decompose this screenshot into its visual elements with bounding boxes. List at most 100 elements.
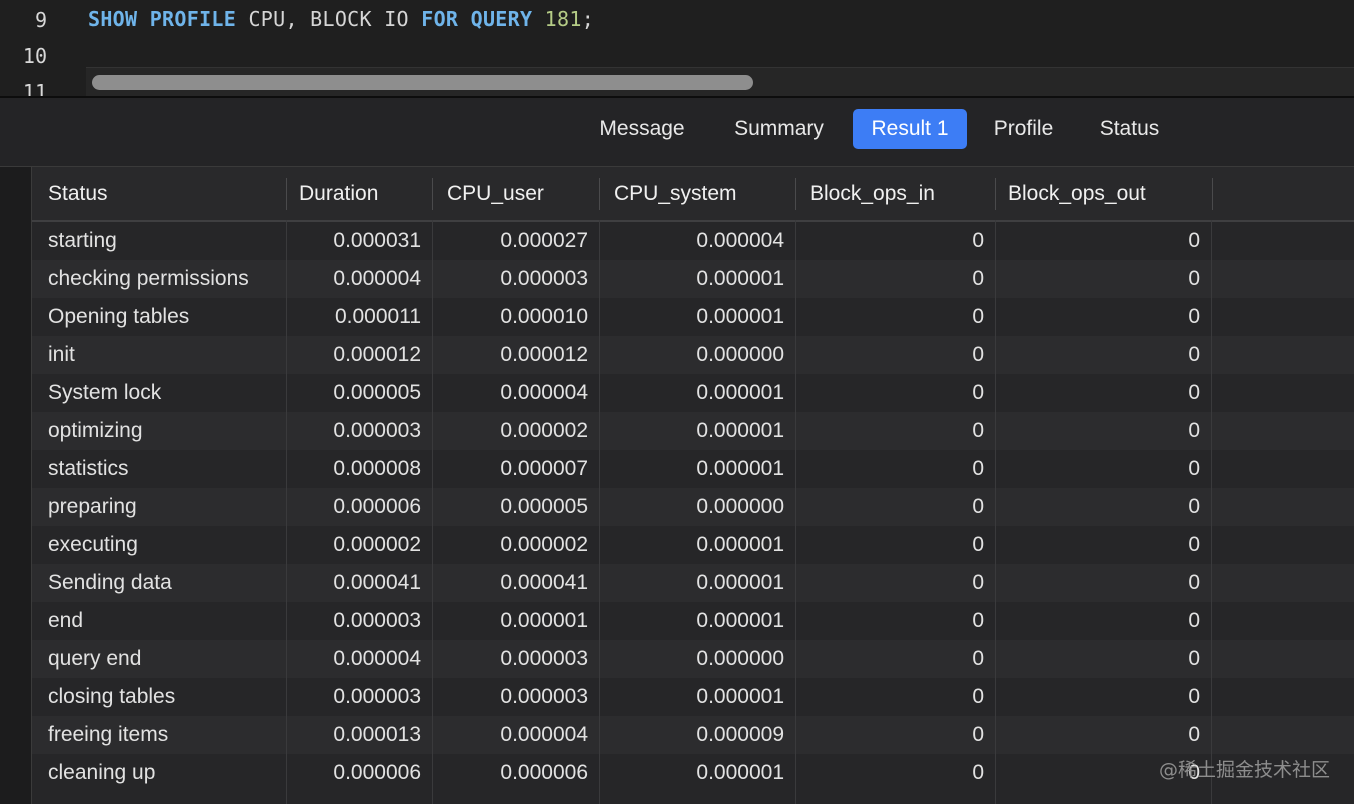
- cell-block-ops-out[interactable]: 0: [995, 222, 1211, 260]
- cell-block-ops-in[interactable]: 0: [795, 260, 995, 298]
- table-row[interactable]: query end 0.000004 0.000003 0.000000 0 0: [31, 640, 1354, 678]
- cell-duration[interactable]: 0.000006: [286, 754, 432, 792]
- table-row[interactable]: starting 0.000031 0.000027 0.000004 0 0: [31, 222, 1354, 260]
- cell-block-ops-out[interactable]: 0: [995, 336, 1211, 374]
- cell-block-ops-out[interactable]: 0: [995, 564, 1211, 602]
- column-header-cpu-system[interactable]: CPU_system: [600, 178, 796, 210]
- cell-cpu-user[interactable]: 0.000027: [432, 222, 599, 260]
- table-row[interactable]: Sending data 0.000041 0.000041 0.000001 0 0: [31, 564, 1354, 602]
- cell-cpu-user[interactable]: 0.000001: [432, 602, 599, 640]
- cell-cpu-system[interactable]: 0.000001: [599, 526, 795, 564]
- cell-cpu-user[interactable]: 0.000004: [432, 374, 599, 412]
- tab-status[interactable]: Status: [1082, 109, 1177, 149]
- cell-block-ops-in[interactable]: 0: [795, 412, 995, 450]
- cell-status[interactable]: closing tables: [31, 678, 286, 716]
- cell-cpu-system[interactable]: 0.000000: [599, 640, 795, 678]
- cell-block-ops-in[interactable]: 0: [795, 640, 995, 678]
- table-row[interactable]: System lock 0.000005 0.000004 0.000001 0 0: [31, 374, 1354, 412]
- cell-duration[interactable]: 0.000013: [286, 716, 432, 754]
- cell-block-ops-in[interactable]: 0: [795, 374, 995, 412]
- table-row[interactable]: init 0.000012 0.000012 0.000000 0 0: [31, 336, 1354, 374]
- cell-block-ops-in[interactable]: 0: [795, 754, 995, 792]
- sql-code-line[interactable]: SHOW PROFILE CPU, BLOCK IO FOR QUERY 181…: [88, 7, 594, 31]
- cell-status[interactable]: starting: [31, 222, 286, 260]
- cell-cpu-user[interactable]: 0.000003: [432, 640, 599, 678]
- cell-status[interactable]: Opening tables: [31, 298, 286, 336]
- cell-status[interactable]: checking permissions: [31, 260, 286, 298]
- cell-cpu-user[interactable]: 0.000007: [432, 450, 599, 488]
- table-row[interactable]: freeing items 0.000013 0.000004 0.000009 0 0: [31, 716, 1354, 754]
- cell-cpu-user[interactable]: 0.000003: [432, 260, 599, 298]
- cell-duration[interactable]: 0.000003: [286, 412, 432, 450]
- cell-block-ops-out[interactable]: 0: [995, 716, 1211, 754]
- cell-cpu-system[interactable]: 0.000000: [599, 336, 795, 374]
- cell-block-ops-out[interactable]: 0: [995, 412, 1211, 450]
- cell-cpu-user[interactable]: 0.000012: [432, 336, 599, 374]
- cell-cpu-system[interactable]: 0.000009: [599, 716, 795, 754]
- cell-cpu-system[interactable]: 0.000001: [599, 678, 795, 716]
- cell-duration[interactable]: 0.000031: [286, 222, 432, 260]
- table-row[interactable]: statistics 0.000008 0.000007 0.000001 0 0: [31, 450, 1354, 488]
- cell-status[interactable]: end: [31, 602, 286, 640]
- table-row[interactable]: Opening tables 0.000011 0.000010 0.000001 0 0: [31, 298, 1354, 336]
- cell-duration[interactable]: 0.000012: [286, 336, 432, 374]
- cell-status[interactable]: optimizing: [31, 412, 286, 450]
- cell-status[interactable]: statistics: [31, 450, 286, 488]
- table-row[interactable]: closing tables 0.000003 0.000003 0.000001 0 0: [31, 678, 1354, 716]
- cell-status[interactable]: freeing items: [31, 716, 286, 754]
- cell-duration[interactable]: 0.000006: [286, 488, 432, 526]
- cell-block-ops-out[interactable]: 0: [995, 374, 1211, 412]
- cell-status[interactable]: Sending data: [31, 564, 286, 602]
- cell-cpu-user[interactable]: 0.000006: [432, 754, 599, 792]
- column-header-cpu-user[interactable]: CPU_user: [433, 178, 600, 210]
- cell-block-ops-in[interactable]: 0: [795, 716, 995, 754]
- result-grid[interactable]: Status Duration CPU_user CPU_system Bloc…: [0, 167, 1354, 804]
- cell-duration[interactable]: 0.000041: [286, 564, 432, 602]
- cell-status[interactable]: query end: [31, 640, 286, 678]
- cell-block-ops-in[interactable]: 0: [795, 450, 995, 488]
- cell-block-ops-in[interactable]: 0: [795, 564, 995, 602]
- cell-cpu-user[interactable]: 0.000010: [432, 298, 599, 336]
- table-row[interactable]: preparing 0.000006 0.000005 0.000000 0 0: [31, 488, 1354, 526]
- cell-cpu-system[interactable]: 0.000000: [599, 488, 795, 526]
- cell-block-ops-in[interactable]: 0: [795, 298, 995, 336]
- cell-duration[interactable]: 0.000003: [286, 602, 432, 640]
- cell-cpu-system[interactable]: 0.000001: [599, 298, 795, 336]
- column-header-block-ops-in[interactable]: Block_ops_in: [796, 178, 996, 210]
- cell-status[interactable]: cleaning up: [31, 754, 286, 792]
- cell-duration[interactable]: 0.000002: [286, 526, 432, 564]
- cell-cpu-user[interactable]: 0.000041: [432, 564, 599, 602]
- tab-message[interactable]: Message: [581, 109, 703, 149]
- cell-block-ops-in[interactable]: 0: [795, 222, 995, 260]
- cell-block-ops-out[interactable]: 0: [995, 526, 1211, 564]
- cell-duration[interactable]: 0.000003: [286, 678, 432, 716]
- cell-block-ops-out[interactable]: 0: [995, 260, 1211, 298]
- cell-block-ops-in[interactable]: 0: [795, 488, 995, 526]
- cell-cpu-user[interactable]: 0.000005: [432, 488, 599, 526]
- cell-block-ops-out[interactable]: 0: [995, 602, 1211, 640]
- cell-cpu-system[interactable]: 0.000001: [599, 260, 795, 298]
- cell-cpu-user[interactable]: 0.000003: [432, 678, 599, 716]
- cell-cpu-user[interactable]: 0.000002: [432, 526, 599, 564]
- cell-block-ops-out[interactable]: 0: [995, 298, 1211, 336]
- cell-block-ops-in[interactable]: 0: [795, 602, 995, 640]
- column-header-duration[interactable]: Duration: [287, 178, 433, 210]
- cell-cpu-system[interactable]: 0.000001: [599, 374, 795, 412]
- cell-status[interactable]: init: [31, 336, 286, 374]
- cell-block-ops-out[interactable]: 0: [995, 678, 1211, 716]
- horizontal-scrollbar-thumb[interactable]: [92, 75, 753, 90]
- cell-block-ops-in[interactable]: 0: [795, 678, 995, 716]
- cell-cpu-system[interactable]: 0.000001: [599, 754, 795, 792]
- cell-status[interactable]: executing: [31, 526, 286, 564]
- table-row[interactable]: checking permissions 0.000004 0.000003 0.00…: [31, 260, 1354, 298]
- cell-status[interactable]: System lock: [31, 374, 286, 412]
- tab-result-1[interactable]: Result 1: [853, 109, 967, 149]
- table-row[interactable]: end 0.000003 0.000001 0.000001 0 0: [31, 602, 1354, 640]
- cell-cpu-system[interactable]: 0.000004: [599, 222, 795, 260]
- cell-block-ops-out[interactable]: 0: [995, 450, 1211, 488]
- cell-cpu-user[interactable]: 0.000004: [432, 716, 599, 754]
- cell-duration[interactable]: 0.000011: [286, 298, 432, 336]
- table-row[interactable]: executing 0.000002 0.000002 0.000001 0 0: [31, 526, 1354, 564]
- cell-duration[interactable]: 0.000005: [286, 374, 432, 412]
- cell-duration[interactable]: 0.000004: [286, 640, 432, 678]
